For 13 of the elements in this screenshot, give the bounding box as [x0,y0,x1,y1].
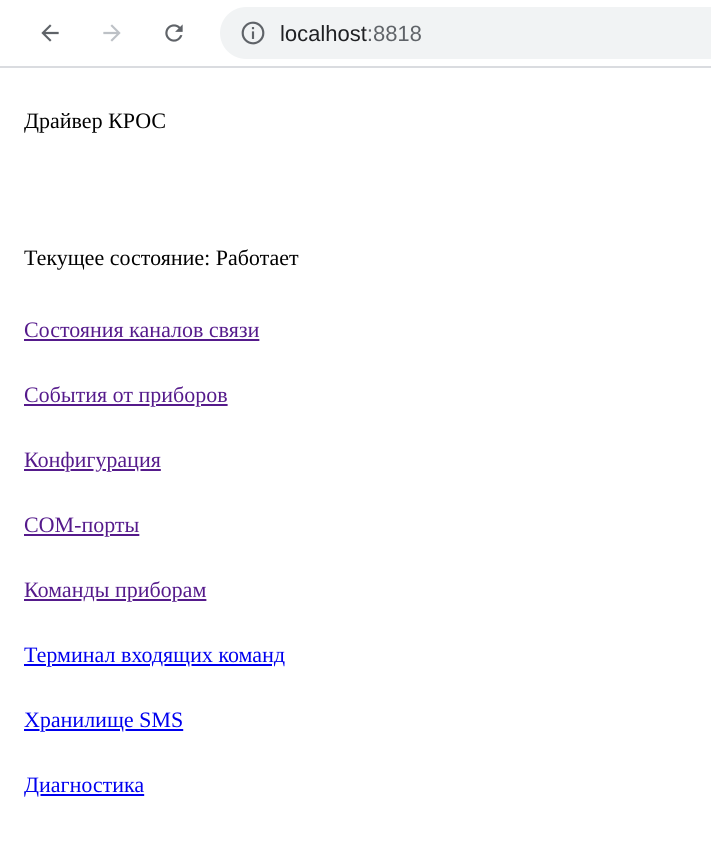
nav-link[interactable]: Хранилище SMS [24,704,184,736]
nav-link[interactable]: Терминал входящих команд [24,639,286,671]
nav-link[interactable]: COM-порты [24,509,140,541]
address-bar[interactable]: localhost:8818 [220,7,711,59]
url-text: localhost:8818 [280,20,422,48]
nav-link[interactable]: События от приборов [24,379,228,411]
status-text: Текущее состояние: Работает [24,244,300,272]
nav-link[interactable]: Диагностика [24,769,144,801]
nav-link[interactable]: Конфигурация [24,444,161,476]
info-icon [240,20,266,46]
page-title: Драйвер КРОС [24,107,168,135]
nav-link[interactable]: Состояния каналов связи [24,314,260,346]
nav-link[interactable]: Команды приборам [24,574,206,606]
